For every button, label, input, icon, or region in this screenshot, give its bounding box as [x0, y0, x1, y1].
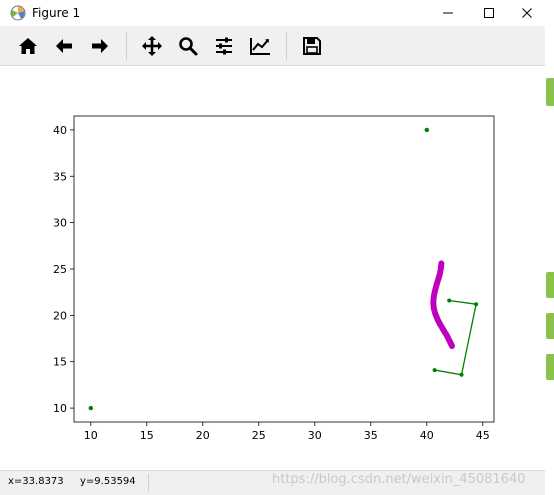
x-tick-label: 25 — [252, 429, 266, 442]
x-tick-label: 40 — [420, 429, 434, 442]
scatter-plot[interactable]: 10 15 20 25 30 35 40 45 10 15 20 25 30 35 40 — [0, 66, 545, 470]
navigation-toolbar — [0, 26, 545, 66]
home-button[interactable] — [14, 32, 42, 60]
arrow-left-icon — [56, 39, 72, 53]
green-polyline — [434, 299, 477, 376]
y-tick-label: 25 — [53, 263, 67, 276]
arrow-right-icon — [92, 39, 108, 53]
matplotlib-logo-icon — [10, 5, 26, 21]
x-tick-label: 20 — [196, 429, 210, 442]
data-point — [88, 405, 94, 411]
minimize-button[interactable] — [430, 0, 466, 26]
toolbar-separator — [126, 32, 127, 60]
home-icon — [19, 38, 37, 54]
y-tick-label: 15 — [53, 356, 67, 369]
x-axis: 10 15 20 25 30 35 40 45 — [84, 422, 490, 442]
side-tab[interactable] — [546, 354, 554, 380]
cursor-x-readout: x=33.8373 — [8, 476, 64, 487]
line-chart-icon — [250, 38, 270, 55]
edit-axis-button[interactable] — [246, 32, 274, 60]
x-tick-label: 35 — [364, 429, 378, 442]
status-separator — [148, 474, 149, 492]
maximize-icon — [484, 8, 494, 18]
figure-canvas[interactable]: 10 15 20 25 30 35 40 45 10 15 20 25 30 35 40 — [0, 66, 545, 470]
x-tick-label: 15 — [140, 429, 154, 442]
axes-frame — [73, 115, 495, 423]
x-tick-label: 30 — [308, 429, 322, 442]
y-tick-label: 20 — [53, 309, 67, 322]
configure-subplots-button[interactable] — [210, 32, 238, 60]
polyline-vertex — [474, 302, 479, 307]
close-button[interactable] — [509, 0, 545, 26]
window-title: Figure 1 — [32, 6, 81, 20]
zoom-button[interactable] — [174, 32, 202, 60]
watermark-text: https://blog.csdn.net/weixin_45081640 — [272, 472, 526, 487]
curve-point — [448, 341, 455, 348]
search-icon — [179, 37, 198, 56]
y-tick-label: 35 — [53, 170, 67, 183]
pan-button[interactable] — [138, 32, 166, 60]
polyline-vertex — [447, 298, 452, 303]
forward-button[interactable] — [86, 32, 114, 60]
figure-window: Figure 1 10 15 20 25 30 35 40 45 10 15 2… — [0, 0, 545, 495]
x-tick-label: 10 — [84, 429, 98, 442]
y-tick-label: 10 — [53, 402, 67, 415]
toolbar-separator — [286, 32, 287, 60]
polyline-vertex — [459, 372, 464, 377]
minimize-icon — [443, 12, 453, 14]
side-tab[interactable] — [546, 78, 554, 106]
y-axis: 10 15 20 25 30 35 40 — [53, 124, 74, 415]
data-series — [88, 127, 479, 411]
y-tick-label: 40 — [53, 124, 67, 137]
back-button[interactable] — [50, 32, 78, 60]
data-point — [424, 127, 429, 133]
polyline-vertex — [432, 368, 437, 373]
title-bar: Figure 1 — [0, 0, 545, 26]
move-icon — [142, 36, 162, 56]
save-button[interactable] — [298, 32, 326, 60]
x-tick-label: 45 — [476, 429, 490, 442]
y-tick-label: 30 — [53, 217, 67, 230]
maximize-button[interactable] — [471, 0, 507, 26]
close-icon — [522, 8, 532, 18]
side-tab[interactable] — [546, 272, 554, 298]
side-tab[interactable] — [546, 313, 554, 339]
floppy-disk-icon — [303, 37, 321, 55]
sliders-icon — [216, 37, 232, 55]
cursor-y-readout: y=9.53594 — [80, 476, 136, 487]
